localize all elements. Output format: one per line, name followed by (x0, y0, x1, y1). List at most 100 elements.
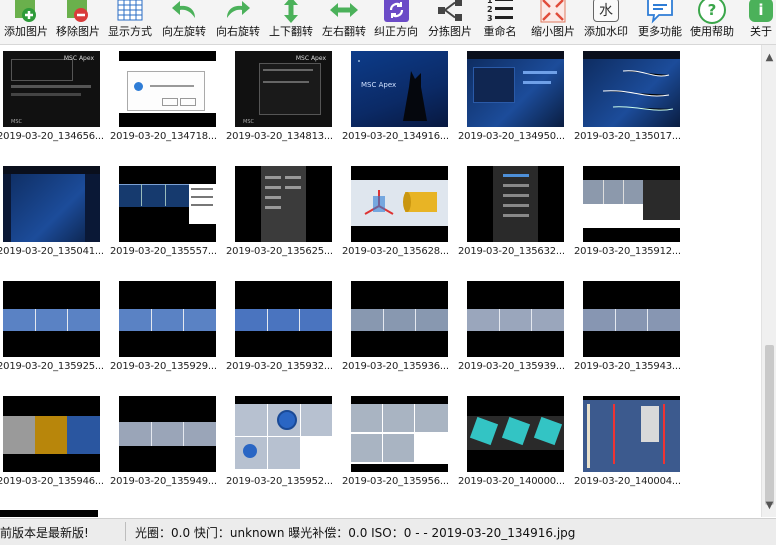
toolbar-button-4[interactable]: 向右旋转 (209, 0, 267, 44)
msc-apex-label: MSC Apex (63, 55, 94, 62)
thumbnail-image (119, 166, 216, 242)
thumbnail-item[interactable]: MSC Apex MSC 2019-03-20_134656... (0, 51, 110, 142)
thumbnail-row-partial (0, 510, 98, 517)
toolbar-button-label: 使用帮助 (690, 25, 734, 38)
thumbnail-item[interactable]: 2019-03-20_135936... (342, 281, 458, 372)
thumbnail-filename: 2019-03-20_135946... (0, 476, 104, 487)
toolbar-button-label: 添加图片 (4, 25, 48, 38)
more-features-icon (645, 0, 675, 24)
watermark-glyph: 水 (593, 0, 619, 22)
thumbnail-item[interactable]: 2019-03-20_135943... (574, 281, 690, 372)
view-mode-icon (115, 0, 145, 24)
thumbnail-item[interactable]: 2019-03-20_135925... (0, 281, 110, 372)
toolbar-button-3[interactable]: 向左旋转 (155, 0, 213, 44)
shrink-image-icon (538, 0, 568, 24)
image-info-status: 光圈：0.0 快门：unknown 曝光补偿：0.0 ISO：0 - - 201… (135, 526, 576, 540)
thumbnail-image (583, 51, 680, 127)
thumbnail-filename: 2019-03-20_135041... (0, 246, 104, 257)
toolbar-button-label: 上下翻转 (269, 25, 313, 38)
thumbnail-item[interactable]: 2019-03-20_135946... (0, 396, 110, 487)
thumbnail-item[interactable]: 2019-03-20_135912... (574, 166, 690, 257)
thumbnail-filename: 2019-03-20_135952... (226, 476, 333, 487)
toolbar-button-label: 缩小图片 (531, 25, 575, 38)
add-image-icon (11, 0, 41, 24)
thumbnail-filename: 2019-03-20_135557... (110, 246, 217, 257)
thumbnail-image: MSC Apex (351, 51, 448, 127)
thumbnail-item[interactable]: 2019-03-20_140000... (458, 396, 574, 487)
thumbnail-item[interactable]: 2019-03-20_134950... (458, 51, 574, 142)
thumbnail-filename: 2019-03-20_134718... (110, 131, 217, 142)
status-bar: 前版本是最新版! 光圈：0.0 快门：unknown 曝光补偿：0.0 ISO：… (0, 518, 776, 545)
scroll-up-icon[interactable]: ▲ (762, 49, 776, 65)
toolbar-button-label: 关于 (750, 25, 772, 38)
thumbnail-item[interactable]: 2019-03-20_135557... (110, 166, 226, 257)
thumbnail-filename: 2019-03-20_135628... (342, 246, 449, 257)
toolbar-button-label: 左右翻转 (322, 25, 366, 38)
toolbar-button-5[interactable]: 上下翻转 (262, 0, 320, 44)
rename-icon: 1 2 3 (485, 0, 515, 24)
thumbnail-item[interactable]: 2019-03-20_135625... (226, 166, 342, 257)
remove-image-icon (63, 0, 93, 24)
rename-digit-3: 3 (487, 14, 493, 23)
thumbnail-item[interactable]: 2019-03-20_135017... (574, 51, 690, 142)
toolbar-button-label: 向右旋转 (216, 25, 260, 38)
thumbnail-filename: 2019-03-20_135936... (342, 361, 449, 372)
thumbnail-filename: 2019-03-20_135949... (110, 476, 217, 487)
thumbnail-item[interactable]: 2019-03-20_135628... (342, 166, 458, 257)
scrollbar-thumb[interactable] (765, 345, 774, 505)
thumbnail-item[interactable]: 2019-03-20_135949... (110, 396, 226, 487)
toolbar-button-14[interactable]: i 关于 (741, 0, 776, 44)
thumbnail-filename: 2019-03-20_134813... (226, 131, 333, 142)
help-icon: ? (697, 0, 727, 24)
thumbnail-item[interactable]: 2019-03-20_135632... (458, 166, 574, 257)
thumbnail-item[interactable]: MSC Apex 2019-03-20_134916... (342, 51, 458, 142)
thumbnail-filename: 2019-03-20_135017... (574, 131, 681, 142)
toolbar-button-label: 重命名 (483, 25, 517, 38)
thumbnail-item[interactable]: 2019-03-20_135939... (458, 281, 574, 372)
toolbar-button-2[interactable]: 显示方式 (101, 0, 159, 44)
toolbar-button-9[interactable]: 1 2 3 重命名 (471, 0, 529, 44)
toolbar-button-label: 纠正方向 (374, 25, 418, 38)
toolbar-button-6[interactable]: 左右翻转 (315, 0, 373, 44)
thumbnail-image (467, 166, 564, 242)
thumbnail-filename: 2019-03-20_135625... (226, 246, 333, 257)
help-glyph: ? (698, 0, 726, 24)
toolbar-button-label: 移除图片 (56, 25, 100, 38)
thumbnail-item[interactable]: 2019-03-20_135929... (110, 281, 226, 372)
thumbnail-item[interactable]: 2019-03-20_140004... (574, 396, 690, 487)
toolbar-button-11[interactable]: 水添加水印 (577, 0, 635, 44)
thumbnail-image (467, 396, 564, 472)
toolbar-button-label: 显示方式 (108, 25, 152, 38)
thumbnail-image (235, 396, 332, 472)
thumbnail-item[interactable]: 2019-03-20_135952... (226, 396, 342, 487)
thumbnail-item[interactable]: MSC Apex MSC 2019-03-20_134813... (226, 51, 342, 142)
thumbnail-filename: 2019-03-20_140000... (458, 476, 565, 487)
sort-images-icon (435, 0, 465, 24)
thumbnail-item[interactable]: 2019-03-20_135956... (342, 396, 458, 487)
msc-apex-label: MSC Apex (295, 55, 326, 62)
thumbnail-image (583, 166, 680, 242)
about-icon: i (746, 0, 776, 24)
thumbnail-filename: 2019-03-20_135925... (0, 361, 104, 372)
toolbar-button-13[interactable]: ? 使用帮助 (683, 0, 741, 44)
msc-label: MSC (11, 119, 22, 125)
thumbnail-item[interactable]: 2019-03-20_135932... (226, 281, 342, 372)
toolbar-button-label: 向左旋转 (162, 25, 206, 38)
toolbar-button-1[interactable]: 移除图片 (49, 0, 107, 44)
toolbar-button-label: 更多功能 (638, 25, 682, 38)
thumbnail-item[interactable]: 2019-03-20_134718... (110, 51, 226, 142)
toolbar-button-12[interactable]: 更多功能 (631, 0, 689, 44)
thumbnail-filename: 2019-03-20_135929... (110, 361, 217, 372)
toolbar-button-10[interactable]: 缩小图片 (524, 0, 582, 44)
toolbar-button-7[interactable]: 纠正方向 (367, 0, 425, 44)
scroll-down-icon[interactable]: ▼ (762, 497, 776, 513)
thumbnail-image (583, 396, 680, 472)
thumbnail-filename: 2019-03-20_135932... (226, 361, 333, 372)
vertical-scrollbar[interactable]: ▲ ▼ (761, 45, 776, 517)
toolbar: 添加图片 移除图片 显示方式 向左旋转 向右旋转 上下翻转 左右翻转 纠正方向 分拣图片 1 2… (0, 0, 776, 45)
toolbar-button-label: 分拣图片 (428, 25, 472, 38)
rename-digit-2: 2 (487, 5, 493, 14)
thumbnail-item[interactable]: 2019-03-20_135041... (0, 166, 110, 257)
toolbar-button-0[interactable]: 添加图片 (0, 0, 55, 44)
thumbnail-filename: 2019-03-20_134656... (0, 131, 104, 142)
